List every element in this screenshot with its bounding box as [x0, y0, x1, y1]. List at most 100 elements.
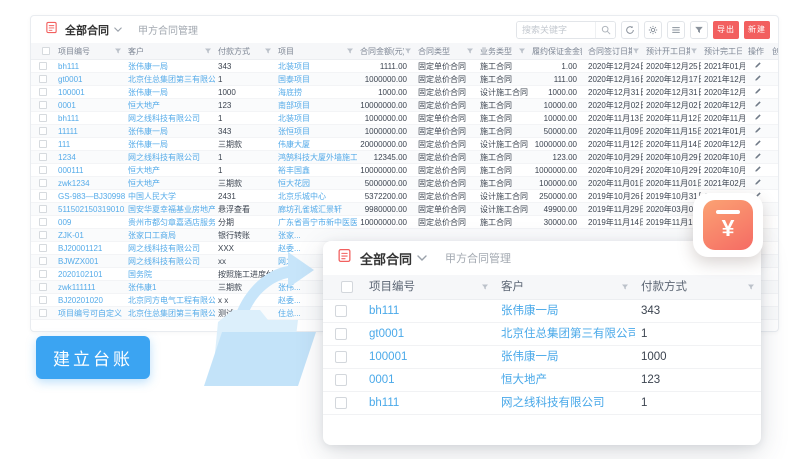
filter-icon[interactable] — [518, 47, 526, 55]
filter-icon[interactable] — [690, 21, 708, 39]
cell-link[interactable]: 恒大地产 — [125, 99, 215, 111]
edit-icon[interactable] — [754, 87, 762, 95]
row-checkbox[interactable] — [39, 88, 47, 96]
edit-icon[interactable] — [754, 126, 762, 134]
chevron-down-icon[interactable] — [417, 255, 427, 262]
cell-link[interactable]: 裕丰国鑫 — [275, 164, 357, 176]
select-all-checkbox[interactable] — [42, 47, 50, 55]
cell-link[interactable]: 南部项目 — [275, 99, 357, 111]
cell-link[interactable]: 1234 — [55, 151, 125, 163]
edit-icon[interactable] — [754, 74, 762, 82]
cell-link[interactable]: 100001 — [55, 86, 125, 98]
edit-icon[interactable] — [754, 152, 762, 160]
row-checkbox[interactable] — [335, 351, 347, 363]
yen-icon-card[interactable]: ¥ — [693, 193, 763, 257]
row-checkbox[interactable] — [335, 305, 347, 317]
row-checkbox[interactable] — [335, 397, 347, 409]
edit-icon[interactable] — [754, 100, 762, 108]
cell-link[interactable]: 11111 — [55, 125, 125, 137]
filter-icon[interactable] — [346, 47, 354, 55]
filter-icon[interactable] — [747, 283, 755, 291]
cell-link[interactable]: bh111 — [363, 392, 495, 414]
row-checkbox[interactable] — [39, 257, 47, 265]
row-checkbox[interactable] — [39, 218, 47, 226]
cell-link[interactable]: 伟康大厦 — [275, 138, 357, 150]
cell-link[interactable]: 廊坊孔雀城汇景轩 — [275, 203, 357, 215]
cell-link[interactable]: 北装项目 — [275, 60, 357, 72]
cell-link[interactable]: bh111 — [363, 300, 495, 322]
gear-icon[interactable] — [644, 21, 662, 39]
cell-link[interactable]: 恒大花园 — [275, 177, 357, 189]
cell-link[interactable]: 北京住总集团第三有限公司 — [495, 323, 635, 345]
cell-link[interactable]: 北装项目 — [275, 112, 357, 124]
row-checkbox[interactable] — [39, 114, 47, 122]
select-all-checkbox[interactable] — [341, 281, 353, 293]
chevron-down-icon[interactable] — [114, 27, 122, 33]
row-checkbox[interactable] — [39, 205, 47, 213]
filter-icon[interactable] — [264, 47, 272, 55]
cell-link[interactable]: 网之线科技有限公司 — [125, 151, 215, 163]
cell-link[interactable]: 张伟康一局 — [125, 125, 215, 137]
row-checkbox[interactable] — [39, 75, 47, 83]
cell-link[interactable]: bh111 — [55, 60, 125, 72]
search-input[interactable] — [517, 22, 595, 38]
edit-icon[interactable] — [754, 113, 762, 121]
cell-link[interactable]: 100001 — [363, 346, 495, 368]
row-checkbox[interactable] — [39, 192, 47, 200]
cell-link[interactable]: 北京乐城中心 — [275, 190, 357, 202]
row-checkbox[interactable] — [39, 62, 47, 70]
row-checkbox[interactable] — [39, 166, 47, 174]
breadcrumb-subtitle[interactable]: 甲方合同管理 — [138, 22, 198, 37]
create-button[interactable]: 新建 — [744, 21, 770, 39]
cell-link[interactable]: 张恒项目 — [275, 125, 357, 137]
cell-link[interactable]: 国泰项目 — [275, 73, 357, 85]
cell-link[interactable]: 5115021503190101 — [55, 203, 125, 215]
menu-icon[interactable] — [667, 21, 685, 39]
cell-link[interactable]: 恒大地产 — [125, 164, 215, 176]
cell-link[interactable]: 张伟康一局 — [125, 86, 215, 98]
row-checkbox[interactable] — [335, 374, 347, 386]
filter-icon[interactable] — [404, 47, 412, 55]
row-checkbox[interactable] — [39, 140, 47, 148]
cell-link[interactable]: 贵州市都匀章嘉酒店服务有... — [125, 216, 215, 228]
cell-link[interactable]: gt0001 — [55, 73, 125, 85]
cell-link[interactable]: 网之线科技有限公司 — [125, 112, 215, 124]
filter-icon[interactable] — [632, 47, 640, 55]
row-checkbox[interactable] — [39, 231, 47, 239]
cell-link[interactable]: 张伟康一局 — [495, 346, 635, 368]
cell-link[interactable]: 中国人民大学 — [125, 190, 215, 202]
search-icon[interactable] — [595, 21, 615, 39]
filter-icon[interactable] — [114, 47, 122, 55]
cell-link[interactable]: 恒大地产 — [495, 369, 635, 391]
cell-link[interactable]: 0001 — [363, 369, 495, 391]
edit-icon[interactable] — [754, 61, 762, 69]
cell-link[interactable]: 海底捞 — [275, 86, 357, 98]
cell-link[interactable]: 北京住总集团第三有限公司 — [125, 73, 215, 85]
cell-link[interactable]: bh111 — [55, 112, 125, 124]
cell-link[interactable]: 网之线科技有限公司 — [495, 392, 635, 414]
filter-icon[interactable] — [481, 283, 489, 291]
overlay-subtitle[interactable]: 甲方合同管理 — [445, 250, 511, 266]
cell-link[interactable]: 009 — [55, 216, 125, 228]
cell-link[interactable]: 恒大地产 — [125, 177, 215, 189]
cell-link[interactable]: GS-983—BJ30998 — [55, 190, 125, 202]
filter-icon[interactable] — [690, 47, 698, 55]
cell-link[interactable]: BJWZX001 — [55, 255, 125, 267]
cell-link[interactable]: 项目编号可自定义 — [55, 307, 125, 319]
cell-link[interactable]: 111 — [55, 138, 125, 150]
row-checkbox[interactable] — [39, 270, 47, 278]
filter-icon[interactable] — [204, 47, 212, 55]
refresh-icon[interactable] — [621, 21, 639, 39]
cell-link[interactable]: 张伟康一局 — [125, 60, 215, 72]
filter-icon[interactable] — [466, 47, 474, 55]
cell-link[interactable]: 张伟康一局 — [125, 138, 215, 150]
row-checkbox[interactable] — [39, 179, 47, 187]
cell-link[interactable]: ZJK-01 — [55, 229, 125, 241]
row-checkbox[interactable] — [39, 296, 47, 304]
cell-link[interactable]: gt0001 — [363, 323, 495, 345]
row-checkbox[interactable] — [39, 244, 47, 252]
row-checkbox[interactable] — [39, 309, 47, 317]
row-checkbox[interactable] — [39, 153, 47, 161]
cell-link[interactable]: zwk1234 — [55, 177, 125, 189]
row-checkbox[interactable] — [39, 101, 47, 109]
